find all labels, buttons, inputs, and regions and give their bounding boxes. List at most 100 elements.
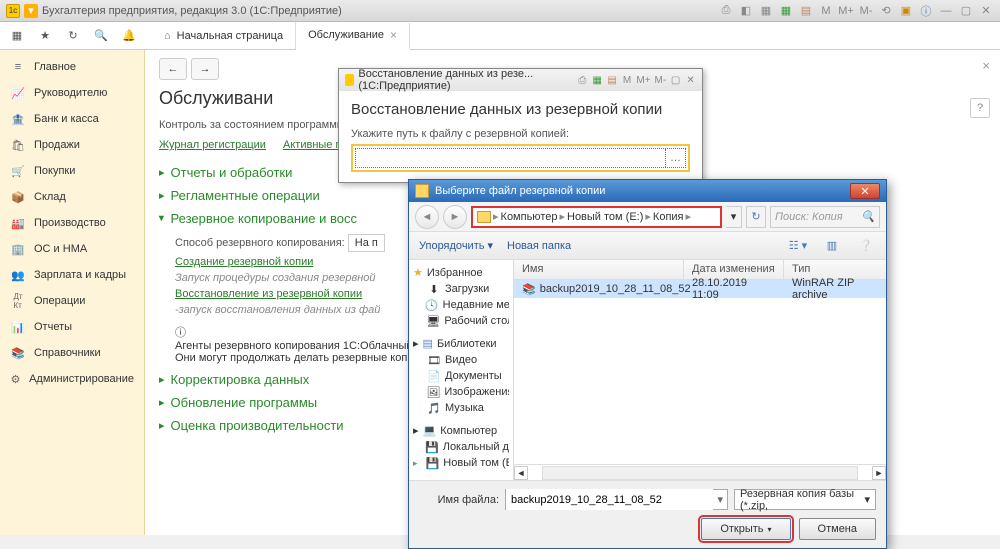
m-letter[interactable]: М [818, 3, 834, 19]
path-drive[interactable]: Новый том (E:) [567, 211, 643, 223]
tree-favorites[interactable]: ★Избранное [411, 264, 511, 281]
path-computer[interactable]: Компьютер [501, 211, 558, 223]
refresh-button[interactable]: ↻ [746, 206, 766, 228]
sidebar-item-sales[interactable]: 🛍Продажи [0, 132, 144, 158]
tree-recent[interactable]: 🕓Недавние места [411, 297, 511, 313]
tab-home[interactable]: ⌂ Начальная страница [152, 22, 296, 49]
info-icon[interactable]: ⓘ [918, 3, 934, 19]
dialog-icon-1[interactable]: ▦ [592, 73, 603, 87]
tree-computer[interactable]: ▸💻Компьютер [411, 422, 511, 439]
sidebar-item-warehouse[interactable]: 📦Склад [0, 184, 144, 210]
info-icon: ⓘ [175, 327, 186, 339]
calc-icon[interactable]: ▤ [798, 3, 814, 19]
tab-service[interactable]: Обслуживание × [296, 23, 410, 50]
dialog-close-icon[interactable]: ✕ [685, 73, 696, 87]
sidebar-item-admin[interactable]: ⚙Администрирование [0, 366, 144, 392]
cancel-button[interactable]: Отмена [799, 518, 876, 540]
content-close-icon[interactable]: × [982, 58, 990, 73]
link-create-backup[interactable]: Создание резервной копии [175, 256, 313, 268]
nav-back-button[interactable]: ← [159, 58, 187, 80]
view-mode-button[interactable]: ☷ ▾ [788, 236, 808, 256]
box-icon[interactable]: ▣ [898, 3, 914, 19]
preview-pane-button[interactable]: ▥ [822, 236, 842, 256]
calendar-icon[interactable]: ▦ [778, 3, 794, 19]
tree-documents[interactable]: 📄Документы [411, 368, 511, 384]
link-log[interactable]: Журнал регистрации [159, 139, 266, 151]
search-icon[interactable]: 🔍 [88, 23, 114, 49]
link-restore-backup[interactable]: Восстановление из резервной копии [175, 288, 362, 300]
minimize-icon[interactable]: — [938, 3, 954, 19]
filename-input[interactable] [506, 489, 713, 510]
document-icon: 📄 [427, 370, 441, 382]
restore-dialog-titlebar[interactable]: Восстановление данных из резе... (1С:Пре… [339, 69, 702, 91]
sidebar-item-catalogs[interactable]: 📚Справочники [0, 340, 144, 366]
tree-libraries[interactable]: ▸▤Библиотеки [411, 335, 511, 352]
nav-forward-button[interactable]: → [191, 58, 219, 80]
sidebar-item-main[interactable]: ≡Главное [0, 54, 144, 80]
sidebar-item-purchases[interactable]: 🛒Покупки [0, 158, 144, 184]
sidebar-item-salary[interactable]: 👥Зарплата и кадры [0, 262, 144, 288]
tree-desktop[interactable]: 🖥Рабочий стол [411, 313, 511, 329]
tab-close-icon[interactable]: × [390, 28, 397, 42]
file-filter-select[interactable]: Резервная копия базы (*.zip,▾ [734, 489, 876, 510]
breadcrumb-path[interactable]: ▸ Компьютер ▸ Новый том (E:) ▸ Копия ▸ [471, 206, 722, 228]
column-name[interactable]: Имя [514, 260, 684, 279]
app-logo-icon: 1c [6, 4, 20, 18]
tb-icon-1[interactable]: ◧ [738, 3, 754, 19]
tree-local-disk[interactable]: 💾Локальный диск [411, 439, 511, 455]
organize-menu[interactable]: Упорядочить ▾ [419, 239, 493, 252]
tree-new-volume[interactable]: ▸💾Новый том (E:) [411, 455, 511, 471]
tree-music[interactable]: 🎵Музыка [411, 400, 511, 416]
sidebar-item-reports[interactable]: 📊Отчеты [0, 314, 144, 340]
search-icon: 🔍 [861, 210, 875, 223]
m-plus-letter[interactable]: М+ [838, 3, 854, 19]
horizontal-scrollbar[interactable]: ◄ ► [514, 464, 886, 480]
m-minus-letter[interactable]: М- [858, 3, 874, 19]
dialog-icon-2[interactable]: ▤ [607, 73, 618, 87]
sidebar-item-operations[interactable]: ДтКтОперации [0, 288, 144, 314]
history-icon[interactable]: ↻ [60, 23, 86, 49]
file-row[interactable]: 📚backup2019_10_28_11_08_52 28.10.2019 11… [514, 280, 886, 298]
restore-path-input[interactable] [356, 149, 665, 167]
browse-button[interactable]: … [665, 149, 685, 167]
back-icon[interactable]: ⟲ [878, 3, 894, 19]
nav-back-button[interactable]: ◄ [415, 205, 439, 229]
apps-grid-icon[interactable]: ▦ [4, 23, 30, 49]
tb-icon-2[interactable]: ▦ [758, 3, 774, 19]
notifications-icon[interactable]: 🔔 [116, 23, 142, 49]
help-icon[interactable]: ❔ [856, 236, 876, 256]
sidebar-item-manager[interactable]: 📈Руководителю [0, 80, 144, 106]
nav-forward-button[interactable]: ► [443, 205, 467, 229]
new-folder-button[interactable]: Новая папка [507, 240, 571, 252]
folder-tree: ★Избранное ⬇Загрузки 🕓Недавние места 🖥Ра… [409, 260, 514, 480]
path-dropdown[interactable]: ▾ [726, 206, 742, 228]
close-icon[interactable]: ✕ [978, 3, 994, 19]
dialog-m[interactable]: М [622, 73, 633, 87]
dialog-minimize-icon[interactable]: ▢ [670, 73, 681, 87]
sidebar-item-bank[interactable]: 🏦Банк и касса [0, 106, 144, 132]
file-dialog-close-button[interactable]: ✕ [850, 183, 880, 199]
tree-videos[interactable]: 🎞Видео [411, 352, 511, 368]
favorites-icon[interactable]: ★ [32, 23, 58, 49]
tree-downloads[interactable]: ⬇Загрузки [411, 281, 511, 297]
dialog-m-plus[interactable]: М+ [636, 73, 650, 87]
scroll-left-icon[interactable]: ◄ [514, 466, 528, 480]
open-button[interactable]: Открыть ▾ [701, 518, 790, 540]
file-dialog-titlebar[interactable]: Выберите файл резервной копии ✕ [409, 180, 886, 202]
print-icon[interactable]: ⎙ [718, 3, 734, 19]
sidebar-item-assets[interactable]: 🏢ОС и НМА [0, 236, 144, 262]
computer-icon: 💻 [423, 424, 437, 437]
scrollbar-track[interactable] [542, 466, 858, 480]
filename-dropdown[interactable]: ▾ [713, 493, 727, 506]
dialog-m-minus[interactable]: М- [654, 73, 666, 87]
search-input[interactable]: Поиск: Копия🔍 [770, 206, 880, 228]
app-menu-dropdown[interactable]: ▾ [24, 4, 38, 18]
maximize-icon[interactable]: ▢ [958, 3, 974, 19]
sidebar-item-production[interactable]: 🏭Производство [0, 210, 144, 236]
help-button[interactable]: ? [970, 98, 990, 118]
scroll-right-icon[interactable]: ► [872, 466, 886, 480]
dialog-print-icon[interactable]: ⎙ [577, 73, 588, 87]
tree-images[interactable]: 🖼Изображения [411, 384, 511, 400]
path-folder[interactable]: Копия [653, 211, 684, 223]
backup-method-select[interactable]: На п [348, 234, 385, 252]
